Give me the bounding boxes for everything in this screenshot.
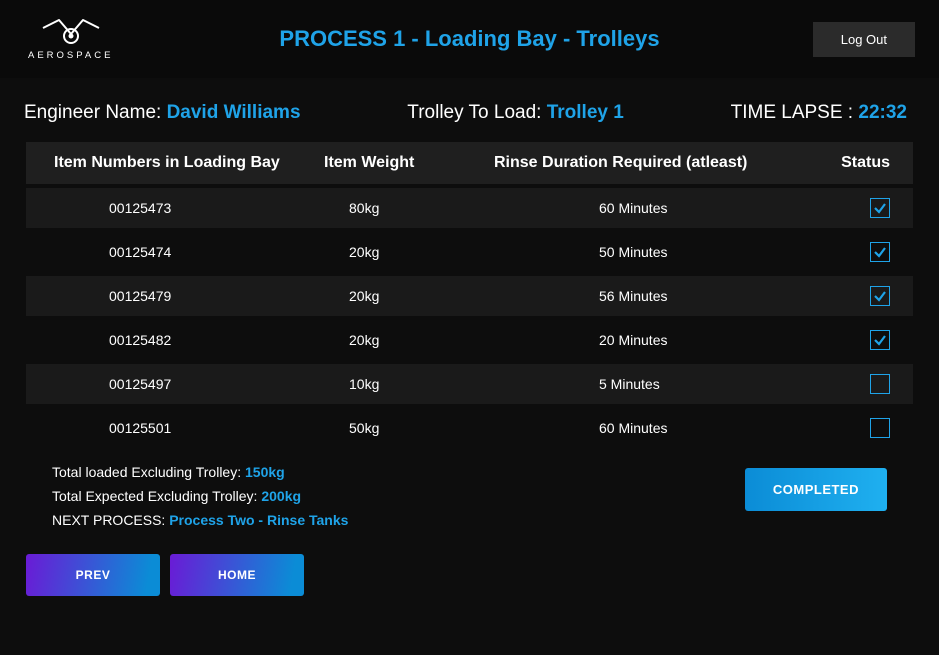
status-checkbox[interactable] [870,374,890,394]
cell-item-number: 00125497 [44,376,324,392]
cell-item-weight: 20kg [324,288,494,304]
cell-rinse-duration: 56 Minutes [494,288,814,304]
completed-button[interactable]: COMPLETED [745,468,887,511]
next-process-row: NEXT PROCESS: Process Two - Rinse Tanks [52,512,348,528]
trolley-name: Trolley 1 [547,102,624,123]
info-bar: Engineer Name: David Williams Trolley To… [0,78,939,142]
cell-item-weight: 10kg [324,376,494,392]
bottom-nav: PREV HOME [0,536,939,614]
cell-item-number: 00125501 [44,420,324,436]
aerospace-logo-icon [41,18,101,46]
table-row: 0012547920kg56 Minutes [26,276,913,316]
status-checkbox[interactable] [870,418,890,438]
total-loaded-value: 150kg [245,464,285,480]
table-header-row: Item Numbers in Loading Bay Item Weight … [26,142,913,184]
cell-item-number: 00125482 [44,332,324,348]
next-process-value: Process Two - Rinse Tanks [169,512,348,528]
total-loaded-label: Total loaded Excluding Trolley: [52,464,245,480]
cell-item-weight: 20kg [324,332,494,348]
total-expected-value: 200kg [261,488,301,504]
check-icon [873,201,887,215]
engineer-name: David Williams [167,102,301,123]
table-row: 0012548220kg20 Minutes [26,320,913,360]
cell-rinse-duration: 60 Minutes [494,420,814,436]
summary-section: Total loaded Excluding Trolley: 150kg To… [0,448,939,536]
check-icon [873,245,887,259]
logo: AEROSPACE [28,18,113,61]
home-button[interactable]: HOME [170,554,304,596]
cell-item-weight: 50kg [324,420,494,436]
cell-rinse-duration: 60 Minutes [494,200,814,216]
table-row: 0012547380kg60 Minutes [26,188,913,228]
check-icon [873,289,887,303]
engineer-label: Engineer Name: [24,102,167,123]
time-label: TIME LAPSE : [731,102,859,123]
engineer-block: Engineer Name: David Williams [24,102,301,124]
time-value: 22:32 [858,102,907,123]
status-checkbox[interactable] [870,330,890,350]
time-block: TIME LAPSE : 22:32 [731,102,907,124]
prev-button[interactable]: PREV [26,554,160,596]
brand-text: AEROSPACE [28,50,113,61]
status-checkbox[interactable] [870,198,890,218]
table-body: 0012547380kg60 Minutes0012547420kg50 Min… [26,188,913,448]
table-row: 0012549710kg5 Minutes [26,364,913,404]
table-row: 0012547420kg50 Minutes [26,232,913,272]
cell-item-number: 00125474 [44,244,324,260]
logout-button[interactable]: Log Out [813,22,915,57]
col-status: Status [814,154,895,172]
status-checkbox[interactable] [870,286,890,306]
cell-item-weight: 80kg [324,200,494,216]
col-item-numbers: Item Numbers in Loading Bay [44,154,324,172]
cell-item-weight: 20kg [324,244,494,260]
total-expected-label: Total Expected Excluding Trolley: [52,488,261,504]
cell-item-number: 00125479 [44,288,324,304]
check-icon [873,333,887,347]
status-checkbox[interactable] [870,242,890,262]
total-expected-row: Total Expected Excluding Trolley: 200kg [52,488,348,504]
page-title: PROCESS 1 - Loading Bay - Trolleys [0,26,939,52]
trolley-block: Trolley To Load: Trolley 1 [407,102,624,124]
col-rinse-duration: Rinse Duration Required (atleast) [494,154,814,172]
cell-rinse-duration: 50 Minutes [494,244,814,260]
cell-rinse-duration: 20 Minutes [494,332,814,348]
trolley-label: Trolley To Load: [407,102,546,123]
next-process-label: NEXT PROCESS: [52,512,169,528]
col-item-weight: Item Weight [324,154,494,172]
header-bar: AEROSPACE PROCESS 1 - Loading Bay - Trol… [0,0,939,78]
total-loaded-row: Total loaded Excluding Trolley: 150kg [52,464,348,480]
cell-item-number: 00125473 [44,200,324,216]
table-row: 0012550150kg60 Minutes [26,408,913,448]
cell-rinse-duration: 5 Minutes [494,376,814,392]
